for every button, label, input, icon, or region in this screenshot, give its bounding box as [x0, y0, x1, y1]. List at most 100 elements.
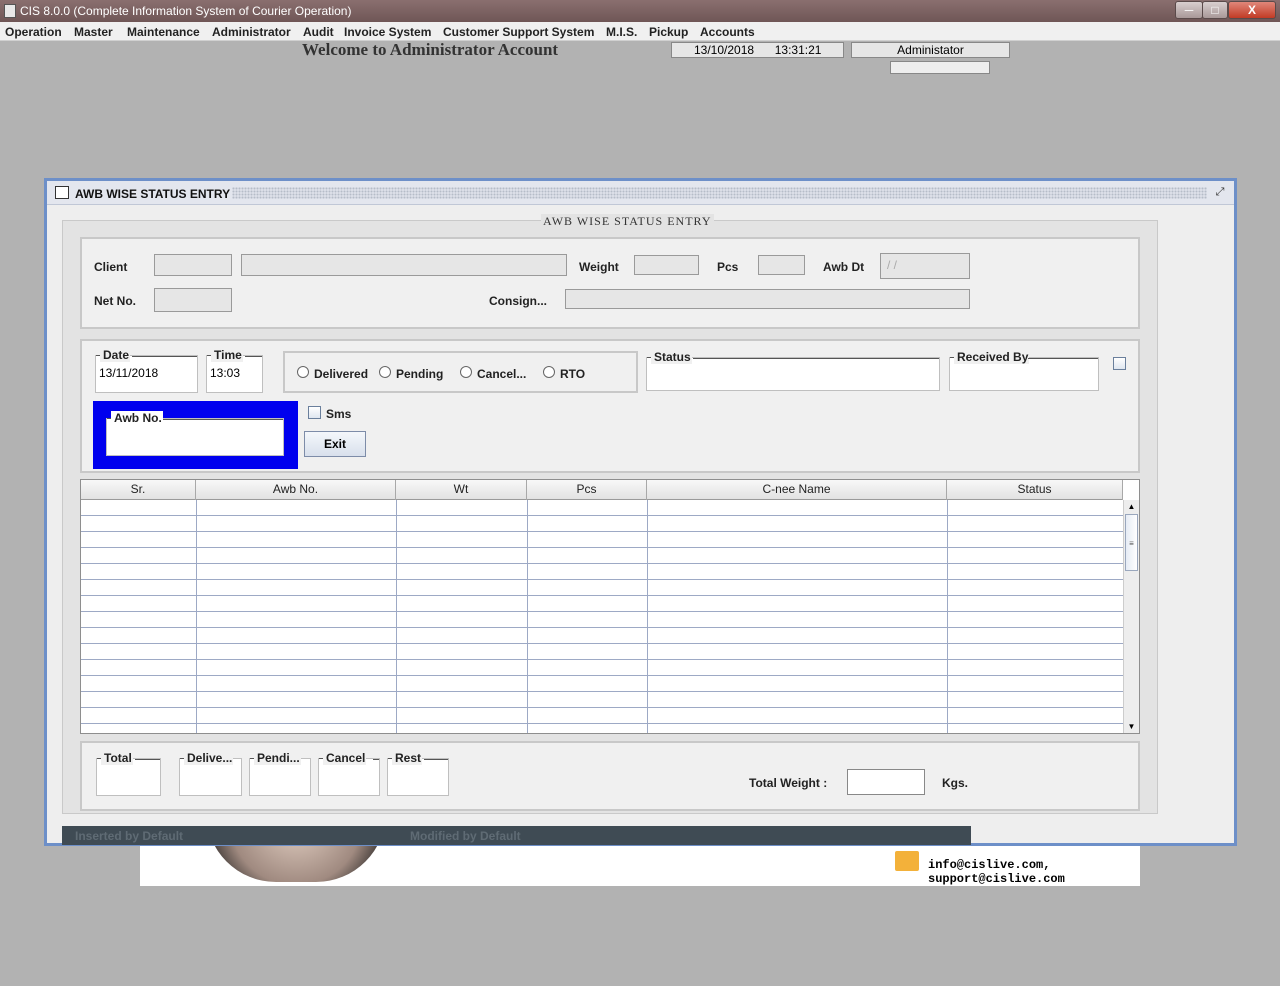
frame-title: AWB WISE STATUS ENTRY	[75, 187, 231, 201]
table-header: Sr. Awb No. Wt Pcs C-nee Name Status	[81, 480, 1123, 500]
menu-administrator[interactable]: Administrator	[212, 25, 291, 39]
user-display: Administator	[851, 42, 1010, 58]
rest-count-label: Rest	[387, 751, 423, 765]
menu-accounts[interactable]: Accounts	[700, 25, 755, 39]
status-label: Status	[647, 350, 692, 364]
option-checkbox[interactable]	[1113, 357, 1126, 370]
menu-master[interactable]: Master	[74, 25, 113, 39]
user-sub-field	[890, 61, 990, 74]
sms-checkbox[interactable]	[308, 406, 321, 419]
col-sr[interactable]: Sr.	[81, 480, 196, 500]
awb-no-label: Awb No.	[107, 411, 163, 425]
col-cnee-name[interactable]: C-nee Name	[647, 480, 947, 500]
pending-label: Pending	[396, 367, 444, 381]
col-wt[interactable]: Wt	[396, 480, 527, 500]
close-button[interactable]: X	[1228, 1, 1276, 19]
awb-status-entry-window: AWB WISE STATUS ENTRY ⤢ AWB WISE STATUS …	[44, 178, 1237, 846]
envelope-icon	[895, 851, 919, 871]
consignee-label: Consign...	[489, 294, 547, 308]
datetime-display: 13/10/2018 13:31:21	[671, 42, 844, 58]
rto-label: RTO	[560, 367, 586, 381]
awb-details-panel: Client Weight Pcs Awb Dt / / Net No. Con…	[80, 237, 1140, 329]
time-field[interactable]: Time 13:03	[206, 348, 263, 393]
pending-count-label: Pendi...	[250, 751, 301, 765]
total-weight-label: Total Weight :	[749, 776, 828, 790]
audit-status-bar: Inserted by Default Modified by Default	[62, 826, 971, 845]
awb-date-label: Awb Dt	[823, 260, 865, 274]
client-code-field[interactable]	[154, 254, 232, 276]
delivered-count-label: Delive...	[179, 751, 234, 765]
scroll-thumb[interactable]: ≡	[1125, 514, 1138, 571]
pending-radio[interactable]	[379, 366, 391, 378]
col-pcs[interactable]: Pcs	[527, 480, 647, 500]
rto-radio[interactable]	[543, 366, 555, 378]
received-by-field[interactable]: Received By	[949, 350, 1099, 391]
current-date: 13/10/2018	[694, 43, 755, 57]
total-field: Total	[96, 751, 161, 796]
window-title: CIS 8.0.0 (Complete Information System o…	[20, 4, 352, 18]
totals-panel: Total Delive... Pendi... Cancel Rest Tot…	[80, 741, 1140, 811]
welcome-heading: Welcome to Administrator Account	[302, 40, 559, 59]
entry-group-box: AWB WISE STATUS ENTRY Client Weight Pcs …	[62, 214, 1158, 814]
date-value: 13/11/2018	[99, 366, 159, 380]
maximize-button[interactable]: □	[1202, 1, 1228, 19]
menu-customer-support-system[interactable]: Customer Support System	[443, 25, 594, 39]
cancel-radio[interactable]	[460, 366, 472, 378]
col-status[interactable]: Status	[947, 480, 1123, 500]
col-awb-no[interactable]: Awb No.	[196, 480, 396, 500]
received-by-label: Received By	[949, 350, 1030, 364]
menu-mis[interactable]: M.I.S.	[606, 25, 637, 39]
contact-email: info@cislive.com, support@cislive.com	[928, 858, 1065, 886]
status-radio-group: Delivered Pending Cancel... RTO	[283, 351, 638, 393]
client-label: Client	[94, 260, 128, 274]
consignee-field[interactable]	[565, 289, 970, 309]
weight-field[interactable]	[634, 255, 699, 275]
scroll-up-icon[interactable]: ▲	[1124, 500, 1139, 514]
scroll-down-icon[interactable]: ▼	[1124, 720, 1139, 733]
pcs-label: Pcs	[717, 260, 739, 274]
group-title: AWB WISE STATUS ENTRY	[541, 214, 714, 229]
awb-date-field[interactable]: / /	[880, 253, 970, 279]
menu-audit[interactable]: Audit	[303, 25, 334, 39]
net-no-label: Net No.	[94, 294, 136, 308]
menu-maintenance[interactable]: Maintenance	[127, 25, 200, 39]
awb-status-table: Sr. Awb No. Wt Pcs C-nee Name Status ▲ ≡…	[80, 479, 1140, 734]
client-name-field[interactable]	[241, 254, 567, 276]
background-banner: info@cislive.com, support@cislive.com	[140, 812, 1140, 886]
cancel-count-field: Cancel	[318, 751, 380, 796]
cancel-count-label: Cancel	[318, 751, 367, 765]
inserted-by: Inserted by Default	[75, 829, 184, 843]
minimize-button[interactable]: ─	[1175, 1, 1203, 19]
net-no-field[interactable]	[154, 288, 232, 312]
delivered-label: Delivered	[314, 367, 369, 381]
date-field[interactable]: Date 13/11/2018	[95, 348, 198, 393]
menu-pickup[interactable]: Pickup	[649, 25, 688, 39]
cancel-label: Cancel...	[477, 367, 527, 381]
delivered-radio[interactable]	[297, 366, 309, 378]
rest-count-field: Rest	[387, 751, 449, 796]
frame-title-bar[interactable]: AWB WISE STATUS ENTRY ⤢	[47, 181, 1234, 205]
total-weight-field[interactable]	[847, 769, 925, 795]
exit-button[interactable]: Exit	[304, 431, 366, 457]
total-label: Total	[97, 751, 133, 765]
java-app-icon	[4, 4, 16, 18]
awb-no-field[interactable]: Awb No.	[106, 411, 284, 456]
pcs-field[interactable]	[758, 255, 805, 275]
time-value: 13:03	[210, 366, 241, 380]
title-drag-area	[232, 187, 1207, 199]
weight-label: Weight	[579, 260, 619, 274]
date-label: Date	[95, 348, 131, 362]
menu-operation[interactable]: Operation	[5, 25, 62, 39]
window-title-bar: CIS 8.0.0 (Complete Information System o…	[0, 0, 1280, 22]
sms-label: Sms	[326, 407, 352, 421]
current-time: 13:31:21	[774, 43, 822, 57]
status-field[interactable]: Status	[646, 350, 940, 391]
table-scrollbar[interactable]: ▲ ≡ ▼	[1123, 500, 1139, 733]
restore-icon[interactable]: ⤢	[1213, 186, 1227, 200]
table-body[interactable]	[81, 500, 1123, 733]
pending-count-field: Pendi...	[249, 751, 311, 796]
window-icon	[55, 186, 69, 199]
menu-invoice-system[interactable]: Invoice System	[344, 25, 431, 39]
weight-unit: Kgs.	[942, 776, 969, 790]
status-entry-panel: Date 13/11/2018 Time 13:03 Delivered Pen…	[80, 339, 1140, 473]
